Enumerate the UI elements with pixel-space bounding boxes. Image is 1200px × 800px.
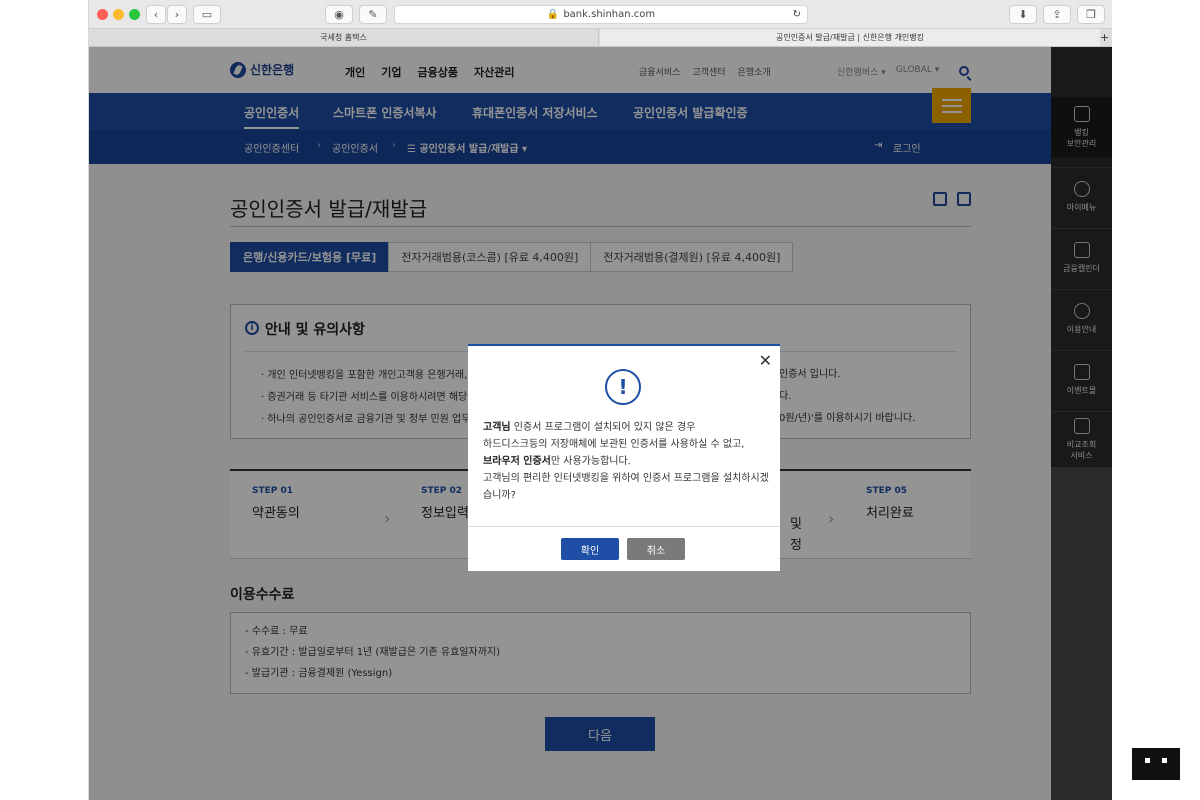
install-dialog: ✕ ! 고객님 인증서 프로그램이 설치되어 있지 않은 경우 하드디스크등의 …: [468, 344, 780, 571]
alert-icon: !: [605, 369, 641, 405]
message-bold: 고객님: [483, 422, 511, 433]
back-button[interactable]: ‹: [146, 5, 166, 24]
message-line: 고객님 인증서 프로그램이 설치되어 있지 않은 경우: [483, 419, 771, 436]
reload-icon[interactable]: ↻: [793, 9, 801, 20]
minimize-window-button[interactable]: [113, 9, 124, 20]
download-icon: ⬇: [1018, 8, 1028, 21]
browser-tabbar: 국세청 홈택스 공인인증서 발급/재발급 | 신한은행 개인뱅킹 +: [89, 29, 1112, 47]
forward-button[interactable]: ›: [167, 5, 187, 24]
sidebar-icon: ▭: [201, 8, 213, 21]
dialog-message: 고객님 인증서 프로그램이 설치되어 있지 않은 경우 하드디스크등의 저장매체…: [483, 419, 771, 504]
message-bold: 브라우저 인증서: [483, 456, 551, 467]
tab-label: 국세청 홈택스: [320, 33, 367, 42]
new-tab-button[interactable]: +: [1097, 29, 1112, 46]
address-bar[interactable]: 🔒 bank.shinhan.com ↻: [394, 5, 808, 24]
share-icon: ⇪: [1052, 8, 1062, 21]
message-text: 만 사용가능합니다.: [550, 456, 631, 467]
message-text: 인증서 프로그램이 설치되어 있지 않은 경우: [510, 422, 696, 433]
extension-icon: ✎: [368, 8, 378, 21]
browser-tab-shinhan[interactable]: 공인인증서 발급/재발급 | 신한은행 개인뱅킹: [600, 29, 1100, 46]
zoom-window-button[interactable]: [129, 9, 140, 20]
address-text: bank.shinhan.com: [563, 9, 656, 20]
message-line: 고객님의 편리한 인터넷뱅킹을 위하여 인증서 프로그램을 설치하시겠습니까?: [483, 473, 769, 501]
downloads-button[interactable]: ⬇: [1009, 5, 1037, 24]
cancel-button[interactable]: 취소: [627, 538, 685, 560]
message-line: 브라우저 인증서만 사용가능합니다.: [483, 453, 771, 470]
sidebar-toggle-button[interactable]: ▭: [193, 5, 221, 24]
extension-button[interactable]: ✎: [359, 5, 387, 24]
lock-icon: 🔒: [546, 9, 560, 20]
close-icon[interactable]: ✕: [759, 351, 772, 370]
tabs-overview-button[interactable]: ❐: [1077, 5, 1105, 24]
chevron-left-icon: ‹: [153, 8, 159, 21]
close-window-button[interactable]: [97, 9, 108, 20]
browser-window: ‹ › ▭ ◉ ✎ 🔒 bank.shinhan.com ↻ ⬇ ⇪ ❐ 국세청…: [88, 0, 1112, 800]
divider: [468, 526, 780, 527]
privacy-icon: ◉: [334, 8, 344, 21]
share-button[interactable]: ⇪: [1043, 5, 1071, 24]
tabs-icon: ❐: [1086, 8, 1096, 21]
browser-tab-hometax[interactable]: 국세청 홈택스: [89, 29, 599, 46]
tab-label: 공인인증서 발급/재발급 | 신한은행 개인뱅킹: [775, 33, 925, 42]
chevron-right-icon: ›: [174, 8, 180, 21]
privacy-button[interactable]: ◉: [325, 5, 353, 24]
message-line: 하드디스크등의 저장매체에 보관된 인증서를 사용하실 수 없고,: [483, 439, 745, 450]
browser-toolbar: ‹ › ▭ ◉ ✎ 🔒 bank.shinhan.com ↻ ⬇ ⇪ ❐: [89, 0, 1112, 29]
overlay-widget: [1132, 748, 1180, 780]
plus-icon: +: [1099, 31, 1110, 44]
confirm-button[interactable]: 확인: [561, 538, 619, 560]
